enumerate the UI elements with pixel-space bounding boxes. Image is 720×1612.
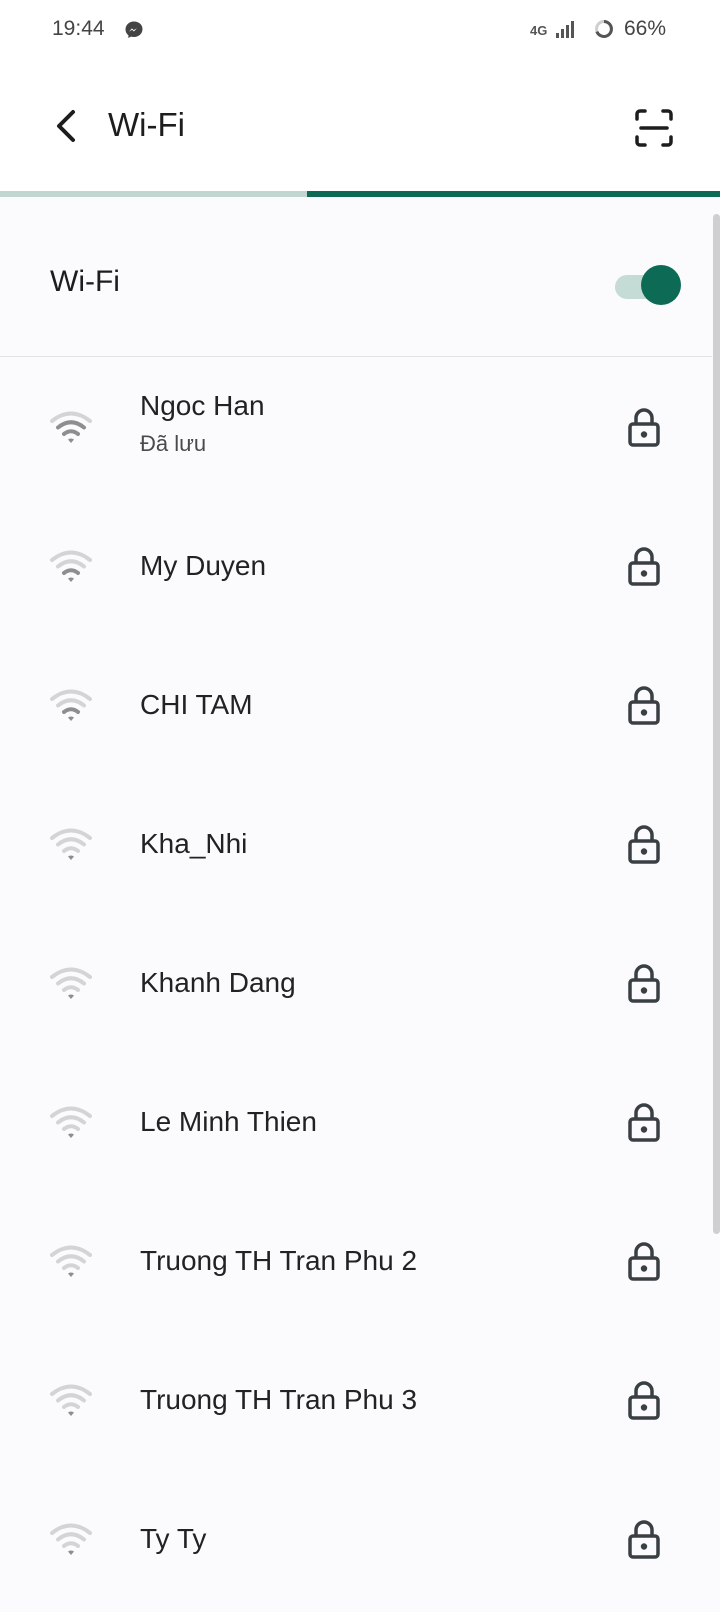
wifi-signal-icon: [50, 827, 92, 861]
page-title: Wi-Fi: [108, 106, 185, 143]
lock-icon: [626, 1518, 662, 1560]
wifi-toggle-label: Wi-Fi: [50, 265, 120, 298]
messenger-icon: [125, 21, 143, 38]
lock-icon: [626, 823, 662, 865]
network-row[interactable]: Truong TH Tran Phu 2: [0, 1191, 712, 1330]
status-bar: 19:44 4G 66%: [0, 0, 720, 62]
network-name: My Duyen: [140, 549, 267, 581]
lock-icon: [626, 1379, 662, 1421]
network-name: Le Minh Thien: [140, 1105, 317, 1137]
wifi-signal-icon: [50, 1383, 92, 1417]
battery-percentage: 66%: [624, 17, 667, 40]
cellular-signal-icon: 4G: [530, 20, 580, 40]
wifi-signal-icon: [50, 966, 92, 1000]
network-name: Ty Ty: [140, 1522, 207, 1554]
network-name: Ngoc Han: [140, 390, 265, 421]
network-status: Đã lưu: [140, 431, 207, 456]
lock-icon: [626, 684, 662, 726]
network-row[interactable]: Ty Ty: [0, 1469, 712, 1608]
network-row[interactable]: Ngoc Han Đã lưu: [0, 357, 712, 496]
chevron-left-icon: [57, 110, 75, 142]
wifi-toggle-row[interactable]: Wi-Fi: [0, 197, 712, 357]
network-row[interactable]: Le Minh Thien: [0, 1052, 712, 1191]
wifi-signal-icon: [50, 1244, 92, 1278]
back-button[interactable]: [44, 102, 92, 150]
status-time: 19:44: [52, 17, 105, 40]
lock-icon: [626, 1240, 662, 1282]
network-name: Truong TH Tran Phu 3: [140, 1383, 418, 1415]
lock-icon: [626, 1101, 662, 1143]
battery-saver-icon: [595, 20, 613, 38]
wifi-switch[interactable]: [615, 265, 681, 305]
network-row[interactable]: Truong TH Tran Phu 3: [0, 1330, 712, 1469]
lock-icon: [626, 545, 662, 587]
network-list: Ngoc Han Đã lưu My Duyen CHI TAM Kha_Nhi Khan…: [0, 357, 712, 1608]
qr-scan-icon: [635, 109, 673, 147]
app-bar: Wi-Fi: [0, 62, 720, 192]
network-name: CHI TAM: [140, 688, 253, 720]
network-row[interactable]: Khanh Dang: [0, 913, 712, 1052]
wifi-signal-icon: [50, 1522, 92, 1556]
wifi-signal-icon: [50, 410, 92, 444]
network-name: Truong TH Tran Phu 2: [140, 1244, 418, 1276]
network-row[interactable]: Kha_Nhi: [0, 774, 712, 913]
qr-scan-button[interactable]: [628, 102, 680, 154]
network-row[interactable]: CHI TAM: [0, 635, 712, 774]
network-name: Kha_Nhi: [140, 827, 248, 859]
network-type-label: 4G: [530, 23, 547, 38]
scrollbar[interactable]: [713, 214, 720, 1234]
wifi-signal-icon: [50, 688, 92, 722]
network-name: Khanh Dang: [140, 966, 296, 998]
switch-thumb: [641, 265, 681, 305]
lock-icon: [626, 962, 662, 1004]
wifi-signal-icon: [50, 1105, 92, 1139]
wifi-signal-icon: [50, 549, 92, 583]
lock-icon: [626, 406, 662, 448]
network-row[interactable]: My Duyen: [0, 496, 712, 635]
